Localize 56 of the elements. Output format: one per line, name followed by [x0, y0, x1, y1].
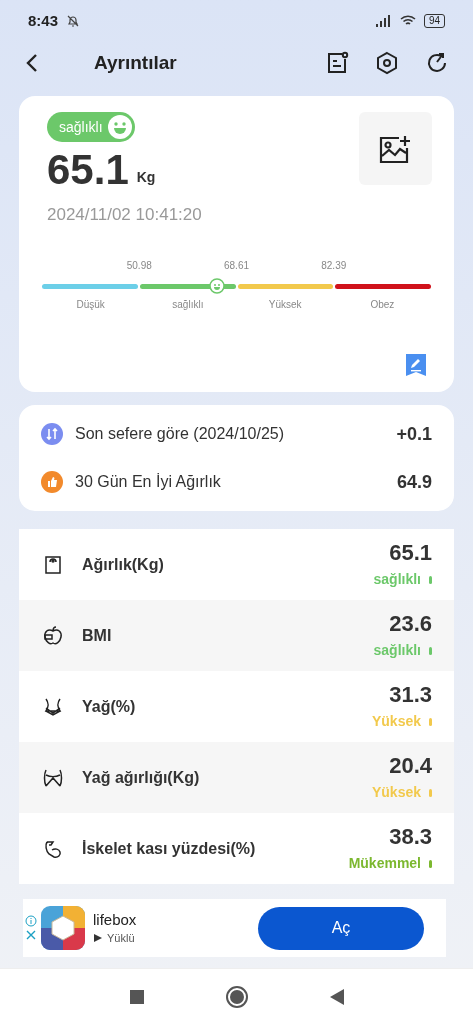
comparison-label: 30 Gün En İyi Ağırlık — [75, 472, 222, 492]
weight-value: 65.1 — [47, 146, 129, 194]
play-store-icon — [93, 933, 103, 943]
close-icon[interactable] — [25, 929, 37, 941]
measurement-datetime: 2024/11/02 10:41:20 — [47, 204, 202, 226]
home-button[interactable] — [225, 985, 248, 1008]
metric-row[interactable]: Yağ ağırlığı(Kg) 20.4 Yüksek — [19, 742, 454, 813]
comparison-value: +0.1 — [396, 422, 432, 446]
metric-row[interactable]: BMI 23.6 sağlıklı — [19, 600, 454, 671]
ad-app-name: lifebox — [93, 909, 137, 930]
back-triangle-icon[interactable] — [329, 988, 344, 1005]
range-label: sağlıklı — [172, 297, 204, 312]
refresh-icon[interactable] — [425, 51, 449, 75]
add-image-icon[interactable] — [378, 133, 413, 164]
metric-status: Mükemmel — [348, 854, 421, 873]
metric-label: Yağ ağırlığı(Kg) — [82, 767, 201, 788]
range-label: Yüksek — [268, 297, 302, 312]
settings-icon[interactable] — [375, 51, 399, 75]
metric-status: sağlıklı — [373, 570, 421, 589]
clock-time: 8:43 — [28, 10, 59, 31]
edit-icon[interactable] — [406, 354, 426, 376]
add-photo-button[interactable] — [359, 112, 432, 185]
back-chevron-icon[interactable] — [26, 53, 38, 73]
health-badge: sağlıklı — [47, 112, 135, 142]
ad-subtitle: Yüklü — [107, 930, 135, 946]
metric-value: 38.3 — [389, 823, 432, 851]
metric-value: 65.1 — [389, 539, 432, 567]
wifi-icon — [399, 15, 416, 27]
metric-label: BMI — [82, 625, 113, 646]
metric-label: Yağ(%) — [82, 696, 137, 717]
metric-status: sağlıklı — [373, 641, 421, 660]
metric-value: 20.4 — [389, 752, 432, 780]
page-title: Ayrıntılar — [94, 50, 178, 75]
comparison-value: 64.9 — [396, 470, 432, 494]
range-label: Obez — [370, 297, 395, 312]
note-icon[interactable] — [325, 51, 349, 75]
bell-off-icon — [66, 14, 81, 28]
metric-label: Ağırlık(Kg) — [82, 554, 165, 575]
threshold-label: 50.98 — [126, 258, 152, 273]
threshold-label: 82.39 — [321, 258, 347, 273]
metric-value: 31.3 — [389, 681, 432, 709]
battery-level: 94 — [423, 14, 445, 28]
metric-status: Yüksek — [371, 783, 421, 802]
threshold-label: 68.61 — [224, 258, 249, 273]
weight-unit: Kg — [136, 168, 156, 187]
recents-button[interactable] — [129, 989, 144, 1004]
comparison-label: Son sefere göre (2024/10/25) — [75, 424, 286, 444]
thumbs-up-icon — [41, 471, 63, 493]
range-label: Düşük — [76, 297, 105, 312]
open-button[interactable]: Aç — [258, 906, 424, 950]
metric-label: İskelet kası yüzdesi(%) — [82, 838, 257, 859]
compare-icon — [41, 423, 63, 445]
signal-icon — [375, 15, 392, 27]
metric-value: 23.6 — [389, 610, 432, 638]
app-logo-icon — [41, 906, 85, 950]
metric-status: Yüksek — [371, 712, 421, 731]
